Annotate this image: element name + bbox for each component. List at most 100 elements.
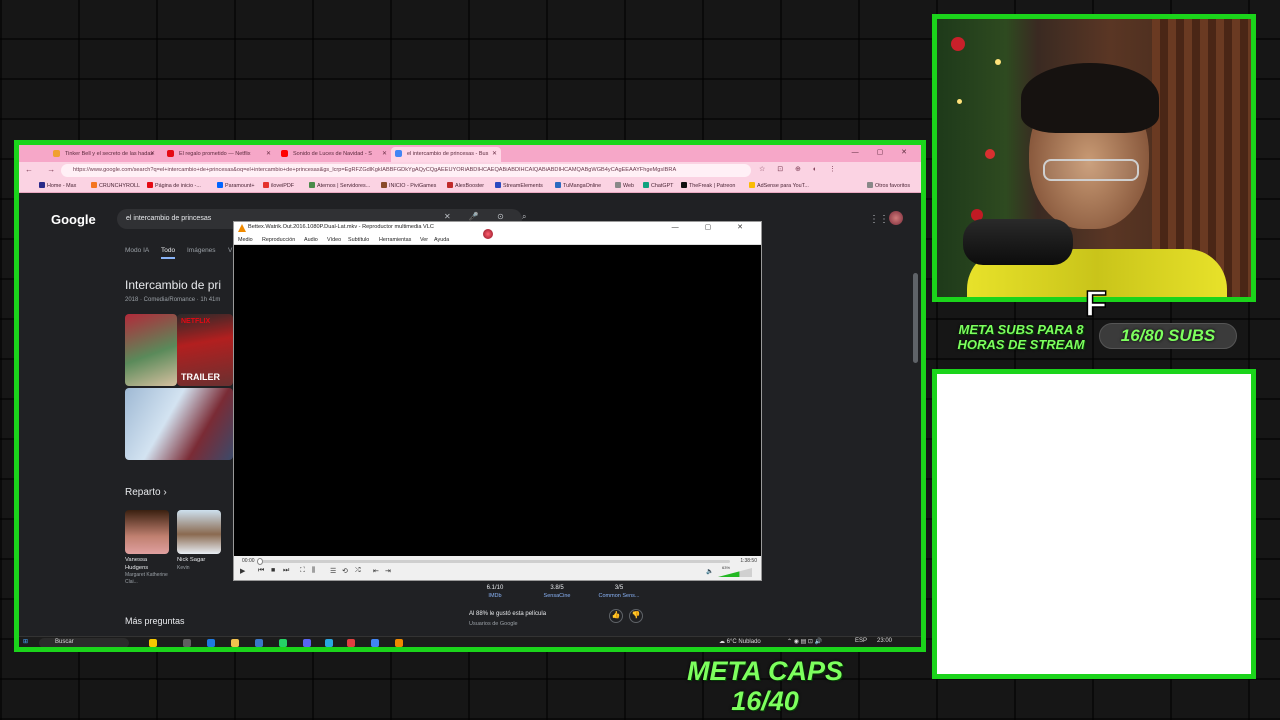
tray-icons[interactable]: ⌃ ◉ ▤ ⊡ 🔊	[787, 638, 822, 645]
bookmark-item[interactable]: Web	[615, 182, 634, 189]
window-controls[interactable]: — ▢ ✕	[852, 148, 915, 156]
vlc-video-area[interactable]	[234, 245, 761, 556]
menu-reproduccion[interactable]: Reproducción	[262, 237, 295, 243]
whatsapp-icon[interactable]	[279, 639, 287, 647]
vlc-volume-slider[interactable]	[718, 568, 752, 577]
browser-tab[interactable]: Tinker Bell y el secreto de las hadas ✕	[49, 147, 159, 162]
close-tab-icon[interactable]: ✕	[266, 150, 271, 157]
bookmark-item[interactable]: StreamElements	[495, 182, 543, 189]
volume-icon[interactable]: 🔈	[706, 568, 713, 575]
edge-icon[interactable]	[207, 639, 215, 647]
rating-sensacine[interactable]: 3.8/5 SensaCine	[527, 585, 587, 599]
bookmark-item[interactable]: Aternos | Servidores...	[309, 182, 370, 189]
bookmark-item[interactable]: AdSense para YouT...	[749, 182, 809, 189]
alert-box-panel	[932, 369, 1256, 679]
playlist-icon[interactable]: ☰	[330, 567, 336, 575]
menu-ver[interactable]: Ver	[420, 237, 428, 243]
toolbar-icons[interactable]: ☆ ⊡ ⊕ ◐ ⋮	[759, 165, 841, 173]
menu-subtitulo[interactable]: Subtítulo	[348, 237, 369, 243]
close-tab-icon[interactable]: ✕	[492, 150, 497, 157]
menu-herramientas[interactable]: Herramientas	[379, 237, 411, 243]
browser-tab-strip: Tinker Bell y el secreto de las hadas ✕ …	[19, 145, 921, 162]
vlc-window-title: Bettex.Watrik.Out.2016.1080P.Dual-Lat.mk…	[248, 224, 434, 230]
thumbs-up-icon[interactable]: 👍	[609, 609, 623, 623]
bookmark-item[interactable]: Paramount+	[217, 182, 255, 189]
thumbs-down-icon[interactable]: 👎	[629, 609, 643, 623]
next-icon[interactable]: ⏭	[283, 567, 289, 575]
bookmark-item[interactable]: Página de inicio -...	[147, 182, 201, 189]
windows-start-icon[interactable]: ⊞	[23, 638, 28, 645]
shuffle-icon[interactable]: ⤮	[355, 567, 361, 575]
rating-imdb[interactable]: 6.1/10 IMDb	[465, 585, 525, 599]
store-icon[interactable]	[255, 639, 263, 647]
vlc-window-controls[interactable]: — ▢ ✕	[672, 223, 755, 231]
menu-ayuda[interactable]: Ayuda	[434, 237, 449, 243]
obs-icon[interactable]	[347, 639, 355, 647]
bookmark-item[interactable]: iloveiPDF	[263, 182, 294, 189]
bookmark-item[interactable]: INICIO - PiviGames	[381, 182, 436, 189]
cast-heading[interactable]: Reparto ›	[125, 487, 167, 498]
light	[957, 99, 962, 104]
rating-common-sense[interactable]: 3/5 Common Sens...	[589, 585, 649, 599]
close-tab-icon[interactable]: ✕	[382, 150, 387, 157]
bookmark-item[interactable]: Home - Max	[39, 182, 76, 189]
weather-widget[interactable]: ☁ 6°C Nublado	[719, 638, 761, 645]
copilot-icon[interactable]	[149, 639, 157, 647]
movie-image[interactable]	[125, 388, 233, 460]
tab-modo-ia[interactable]: Modo IA	[125, 247, 149, 254]
menu-medio[interactable]: Medio	[238, 237, 253, 243]
chrome-icon[interactable]	[371, 639, 379, 647]
frame-forward-icon[interactable]: ⇥	[385, 567, 391, 575]
close-tab-icon[interactable]: ✕	[150, 150, 155, 157]
telegram-icon[interactable]	[325, 639, 333, 647]
ornament	[985, 149, 995, 159]
tab-videos[interactable]: V	[228, 247, 232, 254]
browser-tab[interactable]: Sonido de Luces de Navidad - S ✕	[277, 147, 391, 162]
tab-todo[interactable]: Todo	[161, 247, 176, 259]
clock[interactable]: 23:00	[877, 638, 892, 644]
account-avatar[interactable]	[889, 211, 903, 225]
file-explorer-icon[interactable]	[231, 639, 239, 647]
discord-icon[interactable]	[303, 639, 311, 647]
play-icon[interactable]: ▶	[240, 567, 245, 575]
audience-source-text: Usuarios de Google	[469, 621, 518, 627]
previous-icon[interactable]: ⏮	[258, 567, 264, 575]
bookmark-item[interactable]: TuMangaOnline	[555, 182, 601, 189]
mouse-cursor	[482, 228, 494, 240]
address-bar[interactable]: https://www.google.com/search?q=el+inter…	[61, 164, 751, 177]
task-view-icon[interactable]	[183, 639, 191, 647]
google-logo[interactable]: Google	[51, 212, 96, 227]
vlc-titlebar[interactable]: Bettex.Watrik.Out.2016.1080P.Dual-Lat.mk…	[234, 222, 761, 234]
subs-goal-label: META SUBS PARA 8 HORAS DE STREAM	[957, 322, 1085, 352]
language-indicator[interactable]: ESP	[855, 638, 867, 644]
vlc-player-window[interactable]: Bettex.Watrik.Out.2016.1080P.Dual-Lat.mk…	[233, 221, 762, 581]
menu-audio[interactable]: Audio	[304, 237, 318, 243]
apps-grid-icon[interactable]: ⋮⋮	[869, 214, 889, 225]
bookmark-item[interactable]: AlexBooster	[447, 182, 484, 189]
vlc-total-time: 1:38:50	[740, 558, 757, 564]
bookmark-item[interactable]: TheFreak | Patreon	[681, 182, 735, 189]
bookmark-item[interactable]: CRUNCHYROLL	[91, 182, 140, 189]
bookmark-item[interactable]: ChatGPT	[643, 182, 673, 189]
movie-image[interactable]	[125, 314, 177, 386]
netflix-label: NETFLIX	[181, 318, 211, 325]
tab-imagenes[interactable]: Imágenes	[187, 247, 216, 254]
menu-video[interactable]: Vídeo	[327, 237, 341, 243]
knowledge-panel-title[interactable]: Intercambio de pri	[125, 278, 221, 292]
browser-tab[interactable]: El regalo prometido — Netflix ✕	[163, 147, 275, 162]
browser-tab-active[interactable]: el intercambio de princesas - Bus ✕	[391, 147, 501, 162]
cast-member[interactable]: Nick Sagar Kevin	[177, 510, 223, 571]
fullscreen-icon[interactable]: ⛶	[300, 567, 305, 575]
cast-member[interactable]: Vanessa Hudgens Margaret Katherine Clai.…	[125, 510, 171, 585]
vlc-seek-bar[interactable]	[257, 558, 730, 565]
extended-settings-icon[interactable]: ⫼	[312, 567, 315, 575]
movie-image[interactable]: NETFLIX TRAILER	[177, 314, 233, 386]
taskbar-search[interactable]: Buscar	[39, 638, 129, 647]
loop-icon[interactable]: ⟲	[342, 567, 348, 575]
vlc-seek-handle[interactable]	[257, 558, 263, 565]
frame-back-icon[interactable]: ⇤	[373, 567, 379, 575]
stop-icon[interactable]: ■	[271, 567, 275, 574]
vlc-taskbar-icon[interactable]	[395, 639, 403, 647]
page-scrollbar[interactable]	[913, 273, 918, 363]
bookmark-folder[interactable]: Otros favoritos	[867, 182, 910, 189]
